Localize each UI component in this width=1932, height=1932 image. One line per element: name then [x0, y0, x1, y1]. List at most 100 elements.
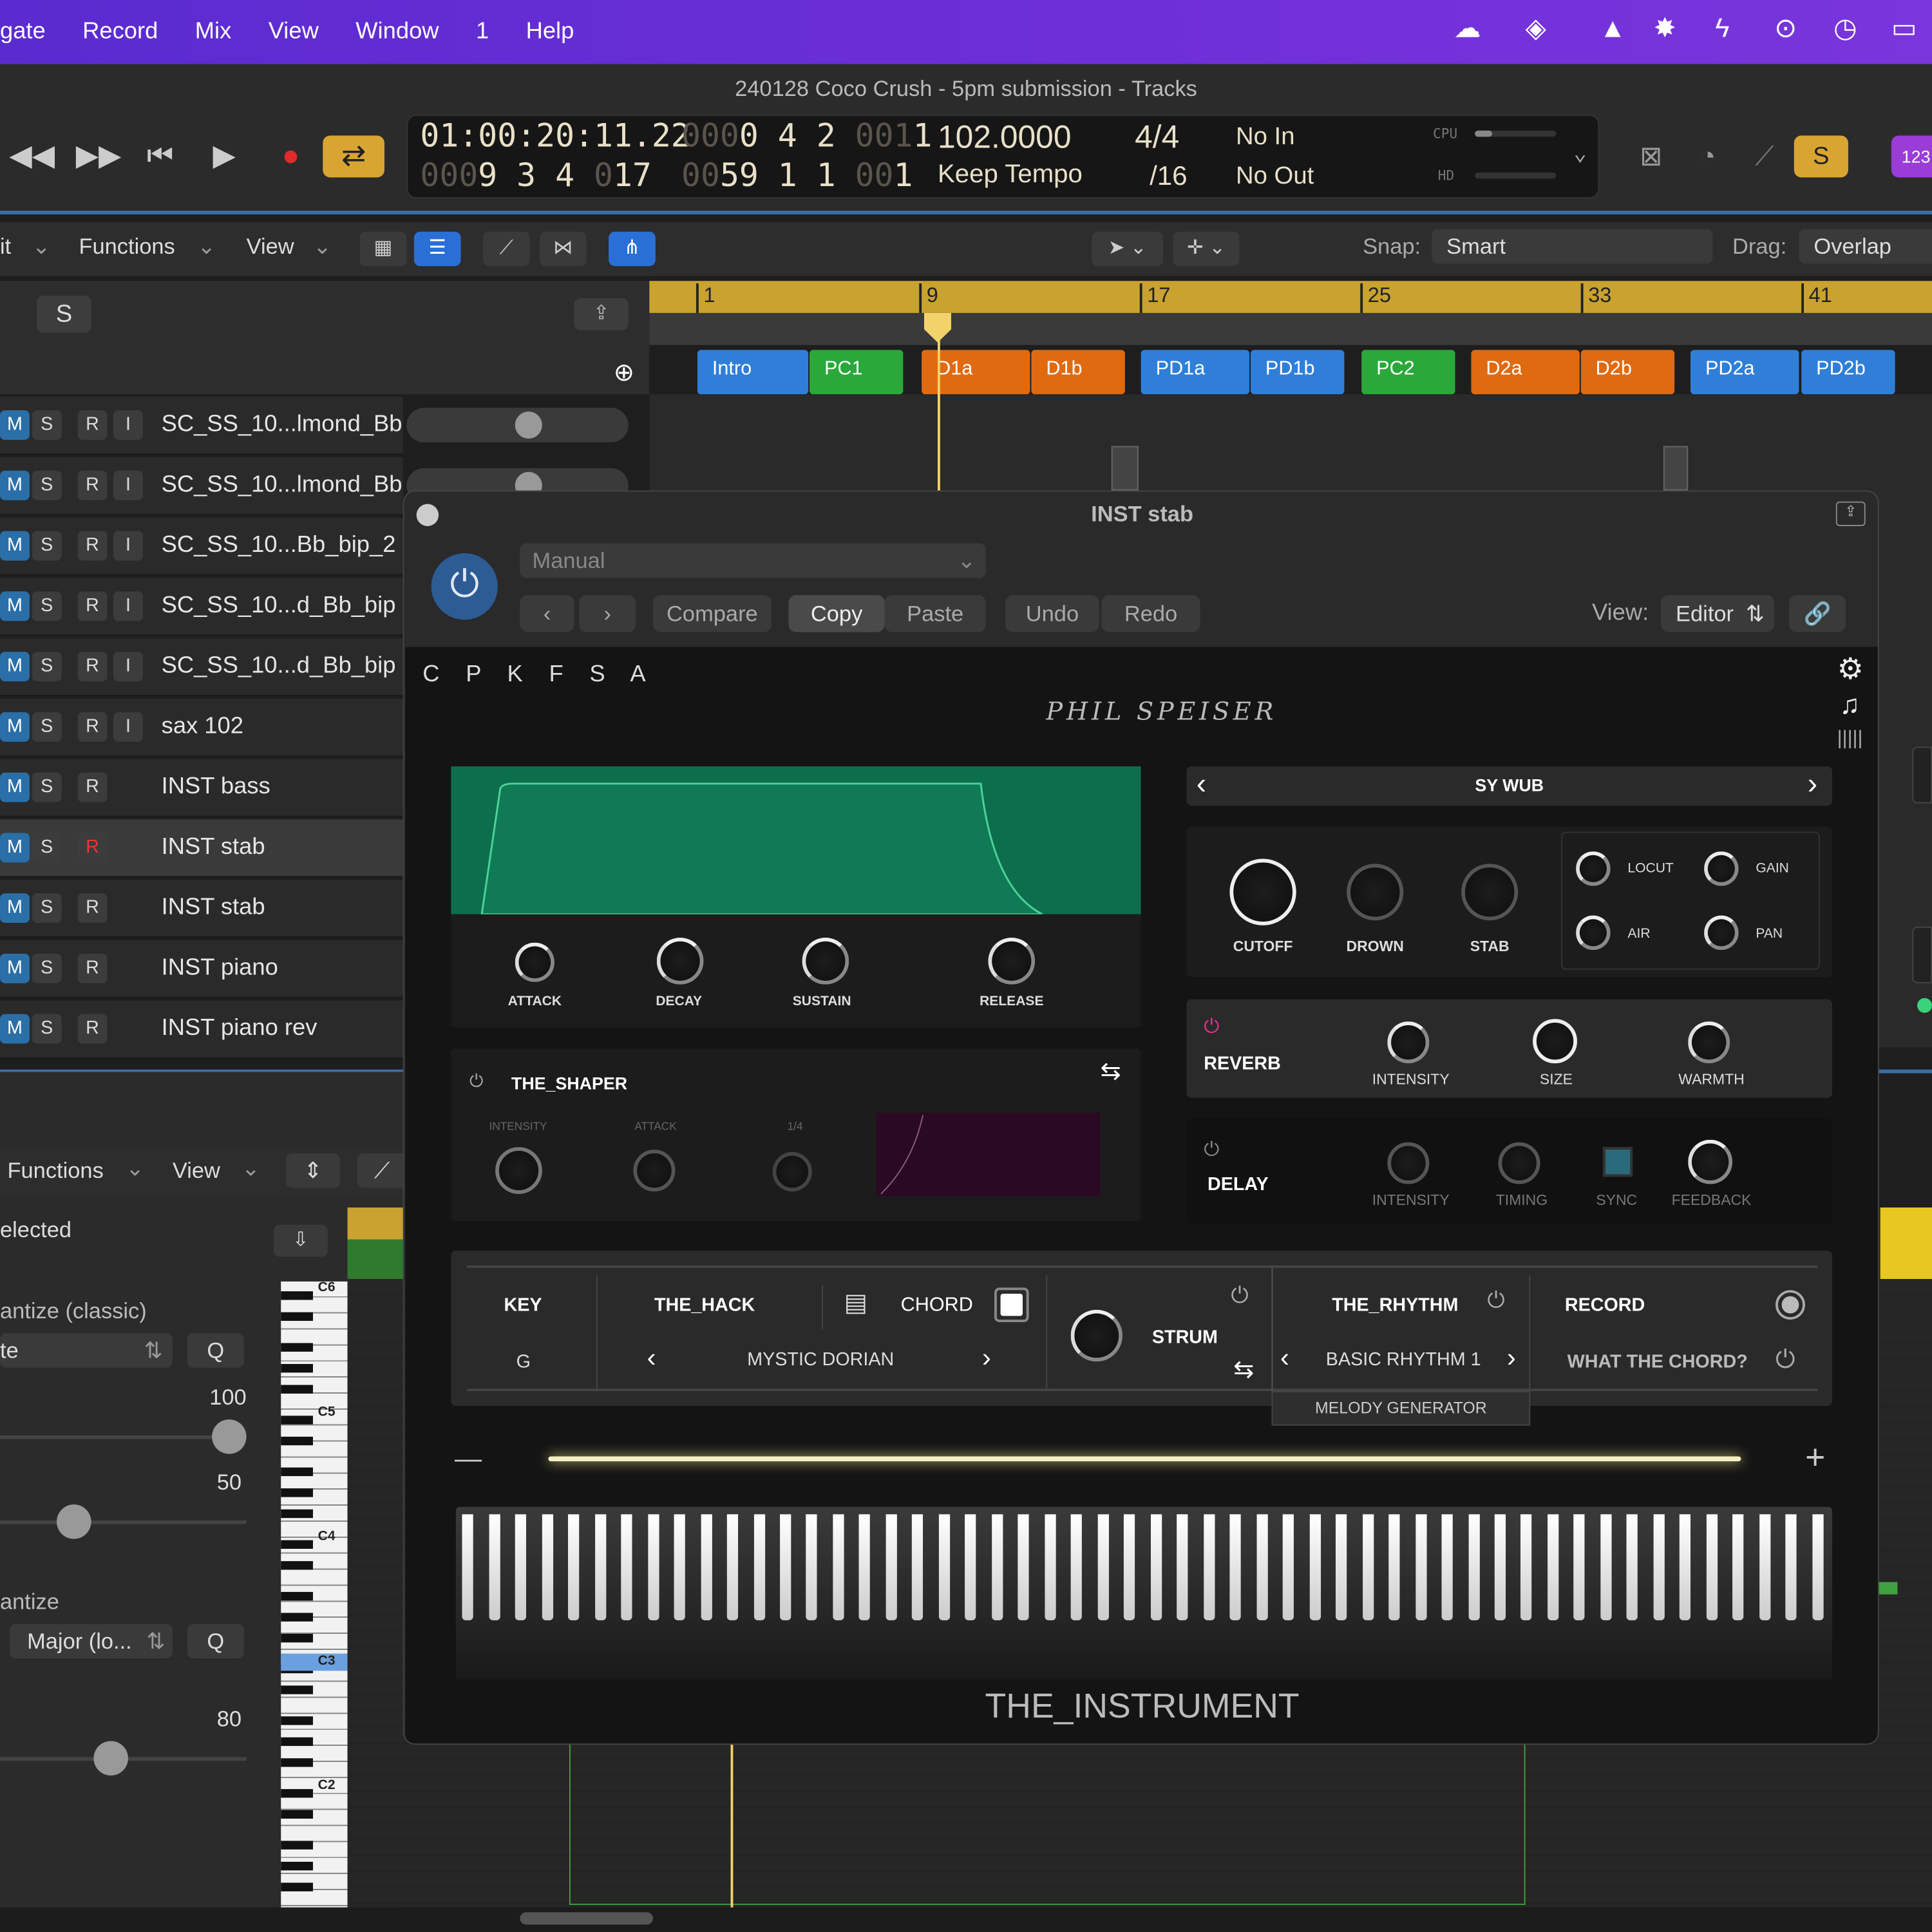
piano-key[interactable] — [1097, 1514, 1109, 1620]
lcd-signature[interactable]: 4/4 — [1135, 118, 1179, 156]
mute-button[interactable]: M — [0, 772, 30, 802]
track-header[interactable]: M S R INST bass — [0, 759, 403, 817]
input-monitor-button[interactable]: I — [113, 470, 143, 500]
piano-keyboard[interactable] — [455, 1506, 1833, 1680]
black-key[interactable] — [281, 1416, 313, 1425]
swap-icon[interactable]: ⇆ — [1233, 1354, 1254, 1385]
slider-thumb[interactable] — [212, 1419, 247, 1454]
mute-button[interactable]: M — [0, 470, 30, 500]
black-key[interactable] — [281, 1685, 313, 1695]
black-key[interactable] — [281, 1716, 313, 1726]
chevron-down-icon[interactable]: ⌄ — [1573, 140, 1587, 166]
minus-icon[interactable]: — — [455, 1443, 482, 1475]
black-key[interactable] — [281, 1488, 313, 1497]
sparkle-icon[interactable]: ✸ — [1654, 12, 1676, 44]
region[interactable] — [1663, 446, 1689, 491]
count-in-icon[interactable]: 123 — [1891, 135, 1932, 178]
piano-key[interactable] — [1812, 1514, 1824, 1620]
piano-key[interactable] — [1309, 1514, 1321, 1620]
decay-knob[interactable] — [656, 937, 704, 985]
lcd-tempo[interactable]: 102.0000 — [938, 118, 1072, 156]
black-key[interactable] — [281, 1841, 313, 1850]
mute-button[interactable]: M — [0, 833, 30, 863]
history-icon[interactable]: ◷ — [1833, 12, 1857, 44]
solo-button[interactable]: S — [32, 1014, 62, 1044]
lcd-in[interactable]: No In — [1236, 123, 1294, 151]
strum-knob[interactable] — [1070, 1309, 1122, 1362]
piano-key[interactable] — [1600, 1514, 1612, 1620]
record-enable-button[interactable]: R — [77, 1014, 108, 1044]
marker[interactable]: D2b — [1580, 350, 1675, 395]
next-rhythm-icon[interactable]: › — [1507, 1342, 1516, 1374]
marquee-tool-icon[interactable]: ✛ ⌄ — [1173, 231, 1240, 267]
volume-fader[interactable] — [406, 408, 629, 442]
track-header[interactable]: M S R I SC_SS_10...d_Bb_bip — [0, 638, 403, 696]
solo-button[interactable]: S — [32, 712, 62, 742]
record-toggle[interactable] — [1776, 1290, 1805, 1320]
view-select[interactable]: Editor ⇅ — [1661, 595, 1775, 632]
piano-key[interactable] — [1653, 1514, 1665, 1620]
black-key[interactable] — [281, 1540, 313, 1549]
piano-key[interactable] — [568, 1514, 580, 1620]
stab-knob[interactable] — [1461, 864, 1519, 921]
mute-button[interactable]: M — [0, 712, 30, 742]
mute-button[interactable]: M — [0, 410, 30, 440]
piano-key[interactable] — [780, 1514, 791, 1620]
prev-rhythm-icon[interactable]: ‹ — [1280, 1342, 1289, 1374]
piano-key[interactable] — [806, 1514, 818, 1620]
drag-select[interactable]: Overlap — [1799, 229, 1932, 264]
black-key[interactable] — [281, 1789, 313, 1799]
record-enable-button[interactable]: R — [77, 652, 108, 682]
solo-button[interactable]: S — [32, 531, 62, 561]
piano-key[interactable] — [965, 1514, 977, 1620]
delay-sync-toggle[interactable] — [1603, 1147, 1633, 1177]
black-key[interactable] — [281, 1437, 313, 1446]
piano-key[interactable] — [621, 1514, 632, 1620]
slider-thumb[interactable] — [93, 1741, 128, 1776]
editor-view-menu[interactable]: View — [173, 1158, 220, 1184]
creative-cloud-icon[interactable]: ☁ — [1454, 12, 1481, 44]
solo-button[interactable]: S — [32, 410, 62, 440]
marker[interactable]: PD1b — [1250, 350, 1345, 395]
automation-icon[interactable]: ⟋ — [483, 231, 530, 267]
record-enable-button[interactable]: R — [77, 531, 108, 561]
air-knob[interactable] — [1576, 915, 1611, 951]
swap-icon[interactable]: ⇆ — [1101, 1056, 1121, 1087]
track-header[interactable]: M S R INST piano — [0, 940, 403, 998]
edit-menu[interactable]: it — [0, 234, 11, 260]
horizontal-scrollbar[interactable] — [520, 1912, 654, 1925]
piano-key[interactable] — [1071, 1514, 1083, 1620]
delay-intensity-knob[interactable] — [1387, 1142, 1430, 1184]
delay-feedback-knob[interactable] — [1688, 1139, 1733, 1184]
marker[interactable]: PC1 — [810, 350, 904, 395]
redo-button[interactable]: Redo — [1101, 595, 1200, 632]
lcd-tempo-mode[interactable]: Keep Tempo — [938, 160, 1083, 190]
bar-ruler[interactable]: 1 9 17 25 33 41 — [649, 281, 1932, 313]
piano-key[interactable] — [1574, 1514, 1586, 1620]
what-the-chord-button[interactable]: WHAT THE CHORD? — [1567, 1352, 1748, 1373]
track-header[interactable]: M S R I SC_SS_10...d_Bb_bip — [0, 578, 403, 636]
menu-1[interactable]: 1 — [476, 19, 489, 46]
next-mode-icon[interactable]: › — [982, 1342, 991, 1374]
marker[interactable]: PD2a — [1690, 350, 1799, 395]
black-key[interactable] — [281, 1312, 313, 1321]
pan-knob[interactable] — [1704, 915, 1739, 951]
release-knob[interactable] — [988, 937, 1036, 985]
piano-key[interactable] — [726, 1514, 739, 1620]
play-circle-icon[interactable]: ⊙ — [1774, 12, 1797, 44]
piano-key[interactable] — [647, 1514, 659, 1620]
list-view-icon[interactable]: ☰ — [413, 231, 461, 267]
shaper-intensity-knob[interactable] — [495, 1147, 542, 1194]
waveform-icon[interactable]: ||||| — [1837, 728, 1863, 750]
drown-knob[interactable] — [1347, 864, 1404, 921]
editor-functions-menu[interactable]: Functions — [7, 1158, 103, 1184]
melody-generator-button[interactable]: MELODY GENERATOR — [1271, 1391, 1531, 1426]
piano-key[interactable] — [1256, 1514, 1268, 1620]
solo-button[interactable]: S — [32, 893, 62, 923]
global-solo-button[interactable]: S — [37, 296, 91, 333]
rhythm-value[interactable]: BASIC RHYTHM 1 — [1305, 1349, 1502, 1370]
locut-knob[interactable] — [1576, 851, 1611, 886]
black-key[interactable] — [281, 1862, 313, 1871]
piano-key[interactable] — [1282, 1514, 1294, 1620]
key-value[interactable]: G — [516, 1352, 531, 1373]
